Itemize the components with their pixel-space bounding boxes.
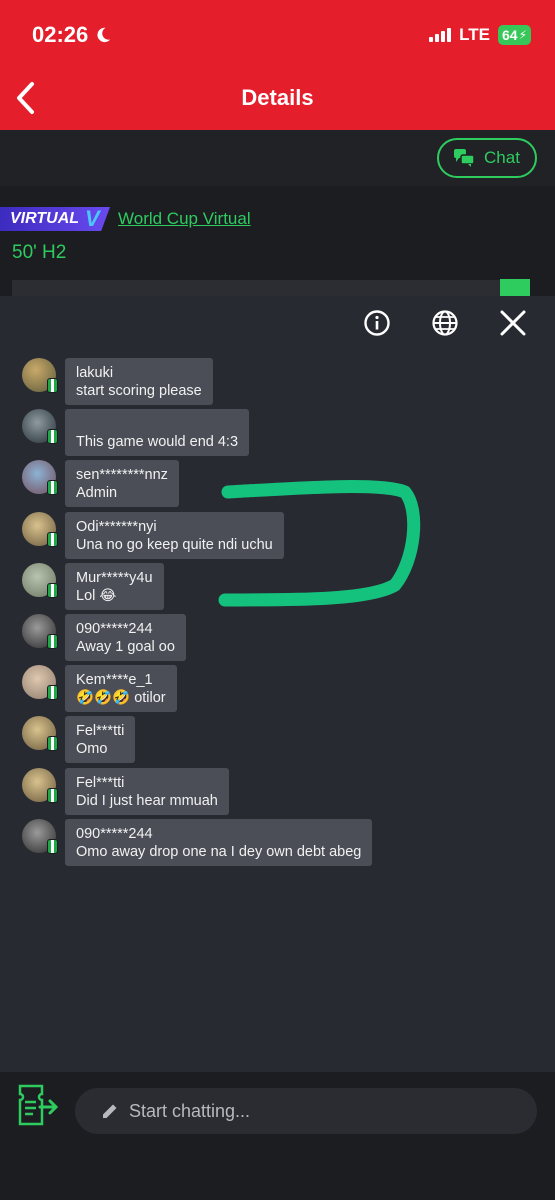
message-bubble: Fel***tti Did I just hear mmuah bbox=[65, 767, 229, 815]
chat-panel: lakuki start scoring please This game woul… bbox=[0, 296, 555, 1072]
app-header: 02:26 LTE 64 ⚡ Details bbox=[0, 0, 555, 130]
bet-ticket-icon[interactable] bbox=[16, 1084, 62, 1126]
composer-bar: Start chatting... bbox=[0, 1072, 555, 1200]
message-text: Admin bbox=[76, 485, 118, 502]
virtual-badge: VIRTUAL V bbox=[0, 207, 110, 231]
avatar[interactable] bbox=[22, 665, 58, 701]
flag-icon bbox=[47, 685, 58, 701]
message-username: Mur*****y4u bbox=[76, 569, 153, 586]
message-bubble: 090*****244 Away 1 goal oo bbox=[65, 614, 186, 661]
flag-icon bbox=[47, 634, 58, 649]
globe-icon[interactable] bbox=[430, 308, 460, 338]
avatar[interactable] bbox=[22, 716, 58, 752]
avatar[interactable] bbox=[22, 358, 58, 393]
flag-icon bbox=[47, 787, 58, 803]
message-text: This game would end 4:3 bbox=[76, 434, 239, 451]
match-info: VIRTUAL V World Cup Virtual 50' H2 bbox=[0, 186, 555, 286]
chat-bar: Chat bbox=[0, 130, 555, 186]
flag-icon bbox=[47, 582, 58, 598]
message-bubble: Kem****e_1 🤣🤣🤣 otilor bbox=[65, 665, 177, 713]
message-bubble: Mur*****y4u Lol 😂 bbox=[65, 562, 164, 610]
flag-icon bbox=[47, 736, 58, 752]
status-time: 02:26 bbox=[32, 22, 112, 48]
chat-message: Kem****e_1 🤣🤣🤣 otilor bbox=[22, 665, 177, 713]
page-title: Details bbox=[241, 85, 314, 110]
message-username: Odi*******nyi bbox=[76, 518, 157, 535]
message-text: Lol 😂 bbox=[76, 587, 117, 604]
network-type: LTE bbox=[459, 25, 490, 44]
message-text: 🤣🤣🤣 otilor bbox=[76, 690, 166, 707]
flag-icon bbox=[47, 378, 58, 393]
pencil-icon bbox=[103, 1104, 117, 1118]
message-username: 090*****244 bbox=[76, 621, 153, 637]
message-username: 090*****244 bbox=[76, 825, 153, 842]
competition-link[interactable]: World Cup Virtual bbox=[118, 209, 251, 229]
avatar[interactable] bbox=[22, 460, 58, 496]
message-username: Kem****e_1 bbox=[76, 672, 153, 689]
message-username: lakuki bbox=[76, 365, 114, 381]
match-minute: 50' H2 bbox=[12, 242, 67, 263]
chat-message: 090*****244 Away 1 goal oo bbox=[22, 614, 186, 661]
chat-input[interactable]: Start chatting... bbox=[75, 1088, 537, 1134]
chat-button-label: Chat bbox=[484, 148, 520, 167]
moon-icon bbox=[97, 27, 111, 43]
avatar[interactable] bbox=[22, 562, 58, 598]
chat-message: Odi*******nyi Una no go keep quite ndi uc… bbox=[22, 511, 284, 559]
avatar[interactable] bbox=[22, 767, 58, 803]
signal-icon bbox=[429, 28, 452, 42]
chat-message: This game would end 4:3 bbox=[22, 409, 250, 457]
chat-message: 090*****244 Omo away drop one na I dey ow… bbox=[22, 818, 373, 866]
message-bubble: This game would end 4:3 bbox=[65, 409, 250, 457]
flag-icon bbox=[47, 838, 58, 854]
message-username: Fel***tti bbox=[76, 774, 125, 791]
chat-button[interactable]: Chat bbox=[437, 138, 537, 178]
chat-message: Fel***tti Omo bbox=[22, 716, 136, 764]
message-text: Una no go keep quite ndi uchu bbox=[76, 536, 273, 553]
message-text: Omo bbox=[76, 741, 108, 758]
info-icon[interactable] bbox=[362, 308, 392, 338]
chat-message: lakuki start scoring please bbox=[22, 358, 213, 405]
flag-icon bbox=[47, 429, 58, 445]
status-indicators: LTE 64 ⚡ bbox=[429, 25, 531, 45]
chat-icon bbox=[454, 149, 475, 167]
message-bubble: 090*****244 Omo away drop one na I dey ow… bbox=[65, 818, 373, 866]
flag-icon bbox=[47, 480, 58, 496]
chat-message: sen********nnz Admin bbox=[22, 460, 179, 508]
avatar[interactable] bbox=[22, 818, 58, 854]
message-text: Did I just hear mmuah bbox=[76, 792, 218, 809]
message-text: Omo away drop one na I dey own debt abeg bbox=[76, 843, 362, 860]
chat-input-placeholder: Start chatting... bbox=[129, 1100, 251, 1121]
message-username bbox=[76, 415, 238, 433]
message-bubble: Odi*******nyi Una no go keep quite ndi uc… bbox=[65, 511, 284, 559]
message-bubble: Fel***tti Omo bbox=[65, 716, 136, 764]
avatar[interactable] bbox=[22, 511, 58, 547]
chat-message: Mur*****y4u Lol 😂 bbox=[22, 562, 164, 610]
message-username: Fel***tti bbox=[76, 723, 125, 740]
battery-indicator: 64 ⚡ bbox=[497, 25, 531, 45]
message-text: Away 1 goal oo bbox=[76, 639, 175, 655]
close-icon[interactable] bbox=[498, 308, 528, 338]
message-bubble: lakuki start scoring please bbox=[65, 358, 213, 405]
message-username: sen********nnz bbox=[76, 467, 168, 484]
chat-message: Fel***tti Did I just hear mmuah bbox=[22, 767, 229, 815]
message-text: start scoring please bbox=[76, 383, 202, 399]
avatar[interactable] bbox=[22, 409, 58, 445]
avatar[interactable] bbox=[22, 614, 58, 649]
flag-icon bbox=[47, 531, 58, 547]
message-bubble: sen********nnz Admin bbox=[65, 460, 179, 508]
